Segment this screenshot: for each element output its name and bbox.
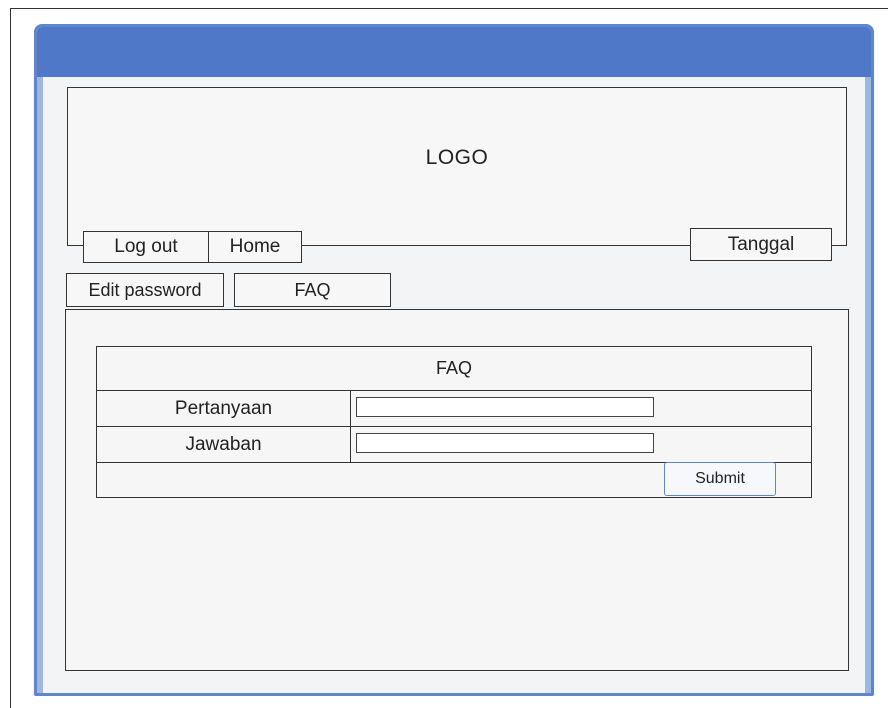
submit-button[interactable]: Submit (664, 462, 776, 496)
home-button[interactable]: Home (208, 231, 302, 263)
answer-label: Jawaban (97, 427, 351, 462)
logout-button[interactable]: Log out (83, 231, 209, 263)
content-panel: FAQ Pertanyaan Jawaban Submit (65, 309, 849, 671)
question-row: Pertanyaan (97, 391, 811, 427)
faq-button[interactable]: FAQ (234, 273, 391, 307)
question-label: Pertanyaan (97, 391, 351, 426)
answer-input[interactable] (356, 433, 654, 453)
app-window: LOGO Log out Home Tanggal Edit password … (34, 24, 874, 696)
answer-row: Jawaban (97, 427, 811, 463)
question-input[interactable] (356, 397, 654, 417)
logo-placeholder: LOGO (425, 146, 489, 169)
faq-form: FAQ Pertanyaan Jawaban Submit (96, 346, 812, 498)
form-title: FAQ (97, 347, 811, 391)
edit-password-button[interactable]: Edit password (66, 273, 224, 307)
header-area: LOGO (67, 87, 847, 245)
date-display: Tanggal (690, 228, 832, 261)
window-title-bar (37, 27, 871, 77)
